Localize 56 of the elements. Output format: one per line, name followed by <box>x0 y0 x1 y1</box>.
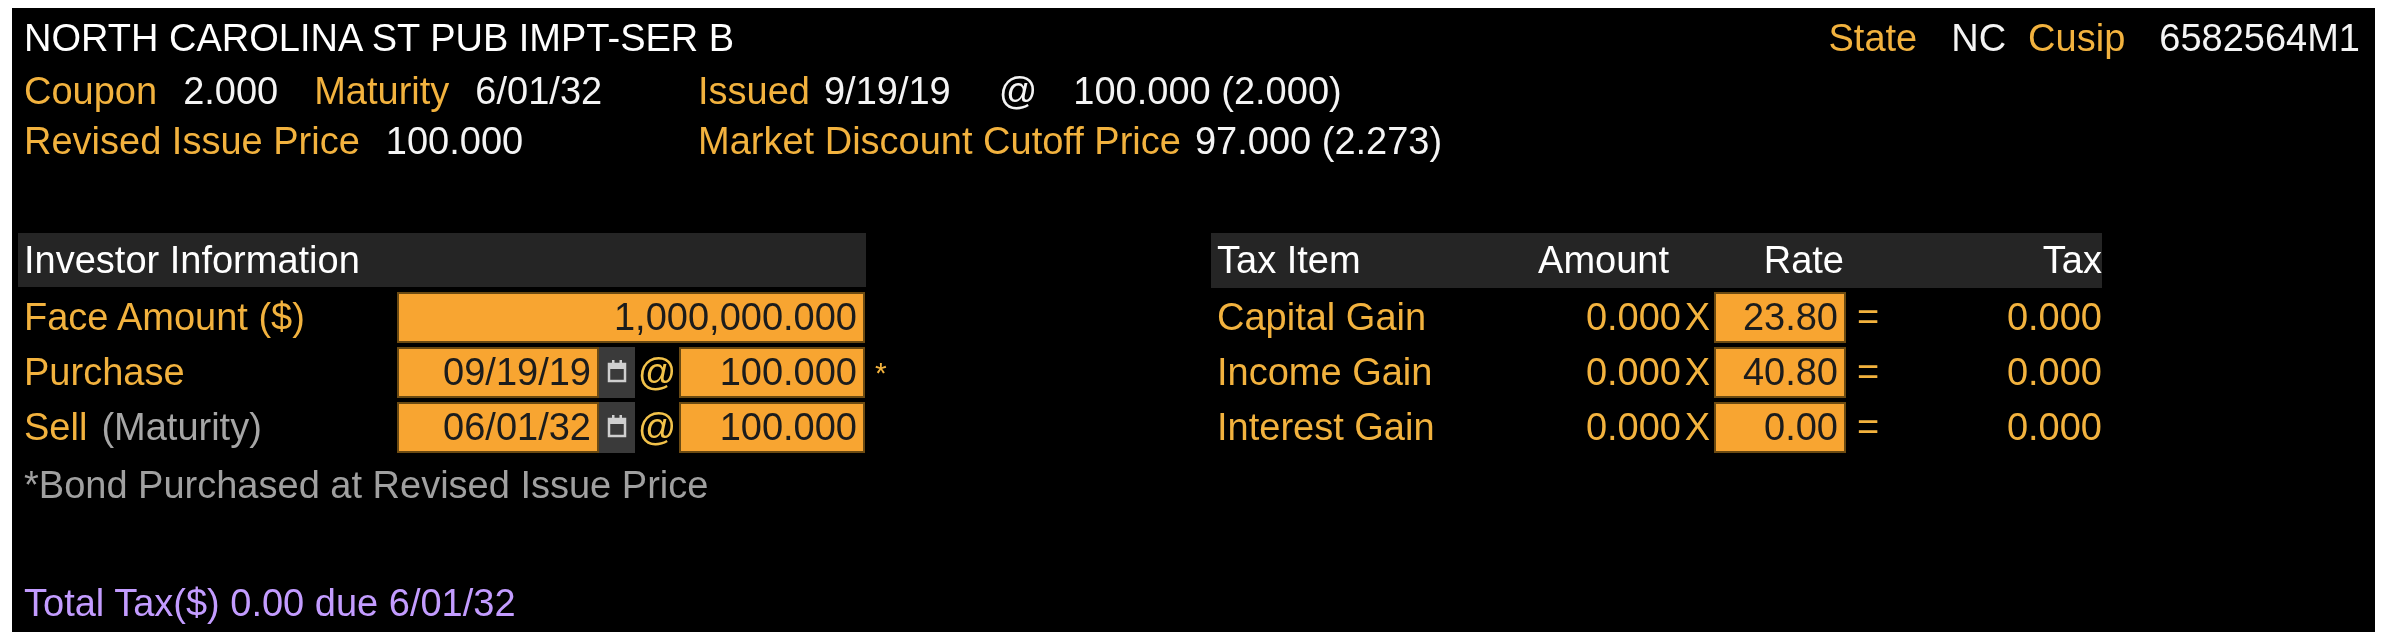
date-field[interactable]: 06/01/32 <box>397 402 599 453</box>
term-value: 100.000 <box>385 119 524 164</box>
column-header: Tax <box>2042 238 2102 283</box>
amount-field[interactable]: 1,000,000.000 <box>397 292 865 343</box>
term-label: Revised Issue Price <box>24 119 360 164</box>
tax-value: 0.000 <box>2006 351 2102 394</box>
tax-value: 0.000 <box>2006 406 2102 449</box>
identifier-label: State <box>1828 16 1918 61</box>
rate-field[interactable]: 23.80 <box>1714 292 1846 343</box>
amount-value: 0.000 <box>1585 406 1681 449</box>
at-sign: @ <box>636 351 678 394</box>
column-header: Amount <box>1538 238 1669 283</box>
calendar-icon[interactable] <box>599 402 635 453</box>
term-label: Issued <box>698 69 810 114</box>
term-value: 6/01/32 <box>475 69 603 114</box>
amount-value: 0.000 <box>1585 296 1681 339</box>
rate-field[interactable]: 0.00 <box>1714 402 1846 453</box>
price-field[interactable]: 100.000 <box>679 347 865 398</box>
amount-value: 0.000 <box>1585 351 1681 394</box>
rate-field[interactable]: 40.80 <box>1714 347 1846 398</box>
times-sign: X <box>1684 406 1711 449</box>
tax-item-label: Interest Gain <box>1216 406 1435 449</box>
row-note: (Maturity) <box>101 406 262 449</box>
term-value: 97.000 (2.273) <box>1194 119 1443 164</box>
times-sign: X <box>1684 351 1711 394</box>
price-field[interactable]: 100.000 <box>679 402 865 453</box>
section-header: Investor Information <box>18 233 866 287</box>
at-sign: @ <box>998 69 1038 114</box>
calendar-icon[interactable] <box>599 347 635 398</box>
security-title: NORTH CAROLINA ST PUB IMPT-SER B <box>24 16 735 61</box>
footnote-marker: * <box>874 355 888 390</box>
term-label: Maturity <box>314 69 450 114</box>
footnote-text: *Bond Purchased at Revised Issue Price <box>23 463 710 508</box>
column-header: Rate <box>1763 238 1844 283</box>
term-value: 9/19/19 <box>823 69 951 114</box>
term-value: 2.000 <box>183 69 279 114</box>
tax-item-label: Capital Gain <box>1216 296 1427 339</box>
total-tax-text: Total Tax($) 0.00 due 6/01/32 <box>23 581 517 626</box>
identifier-label: Cusip <box>2028 16 2126 61</box>
equals-sign: = <box>1857 406 1880 449</box>
equals-sign: = <box>1857 296 1880 339</box>
tax-item-label: Income Gain <box>1216 351 1433 394</box>
times-sign: X <box>1684 296 1711 339</box>
issue-price-value: 100.000 (2.000) <box>1073 69 1342 114</box>
at-sign: @ <box>636 406 678 449</box>
equals-sign: = <box>1857 351 1880 394</box>
term-label: Market Discount Cutoff Price <box>698 119 1181 164</box>
tax-value: 0.000 <box>2006 296 2102 339</box>
row-label: Face Amount ($) <box>24 296 305 339</box>
identifier-value: NC <box>1951 16 2007 61</box>
column-header: Tax Item <box>1216 238 1362 283</box>
term-label: Coupon <box>24 69 158 114</box>
date-field[interactable]: 09/19/19 <box>397 347 599 398</box>
identifier-value: 6582564M1 <box>2159 16 2360 61</box>
row-label: Sell <box>24 406 88 449</box>
row-label: Purchase <box>24 351 185 394</box>
